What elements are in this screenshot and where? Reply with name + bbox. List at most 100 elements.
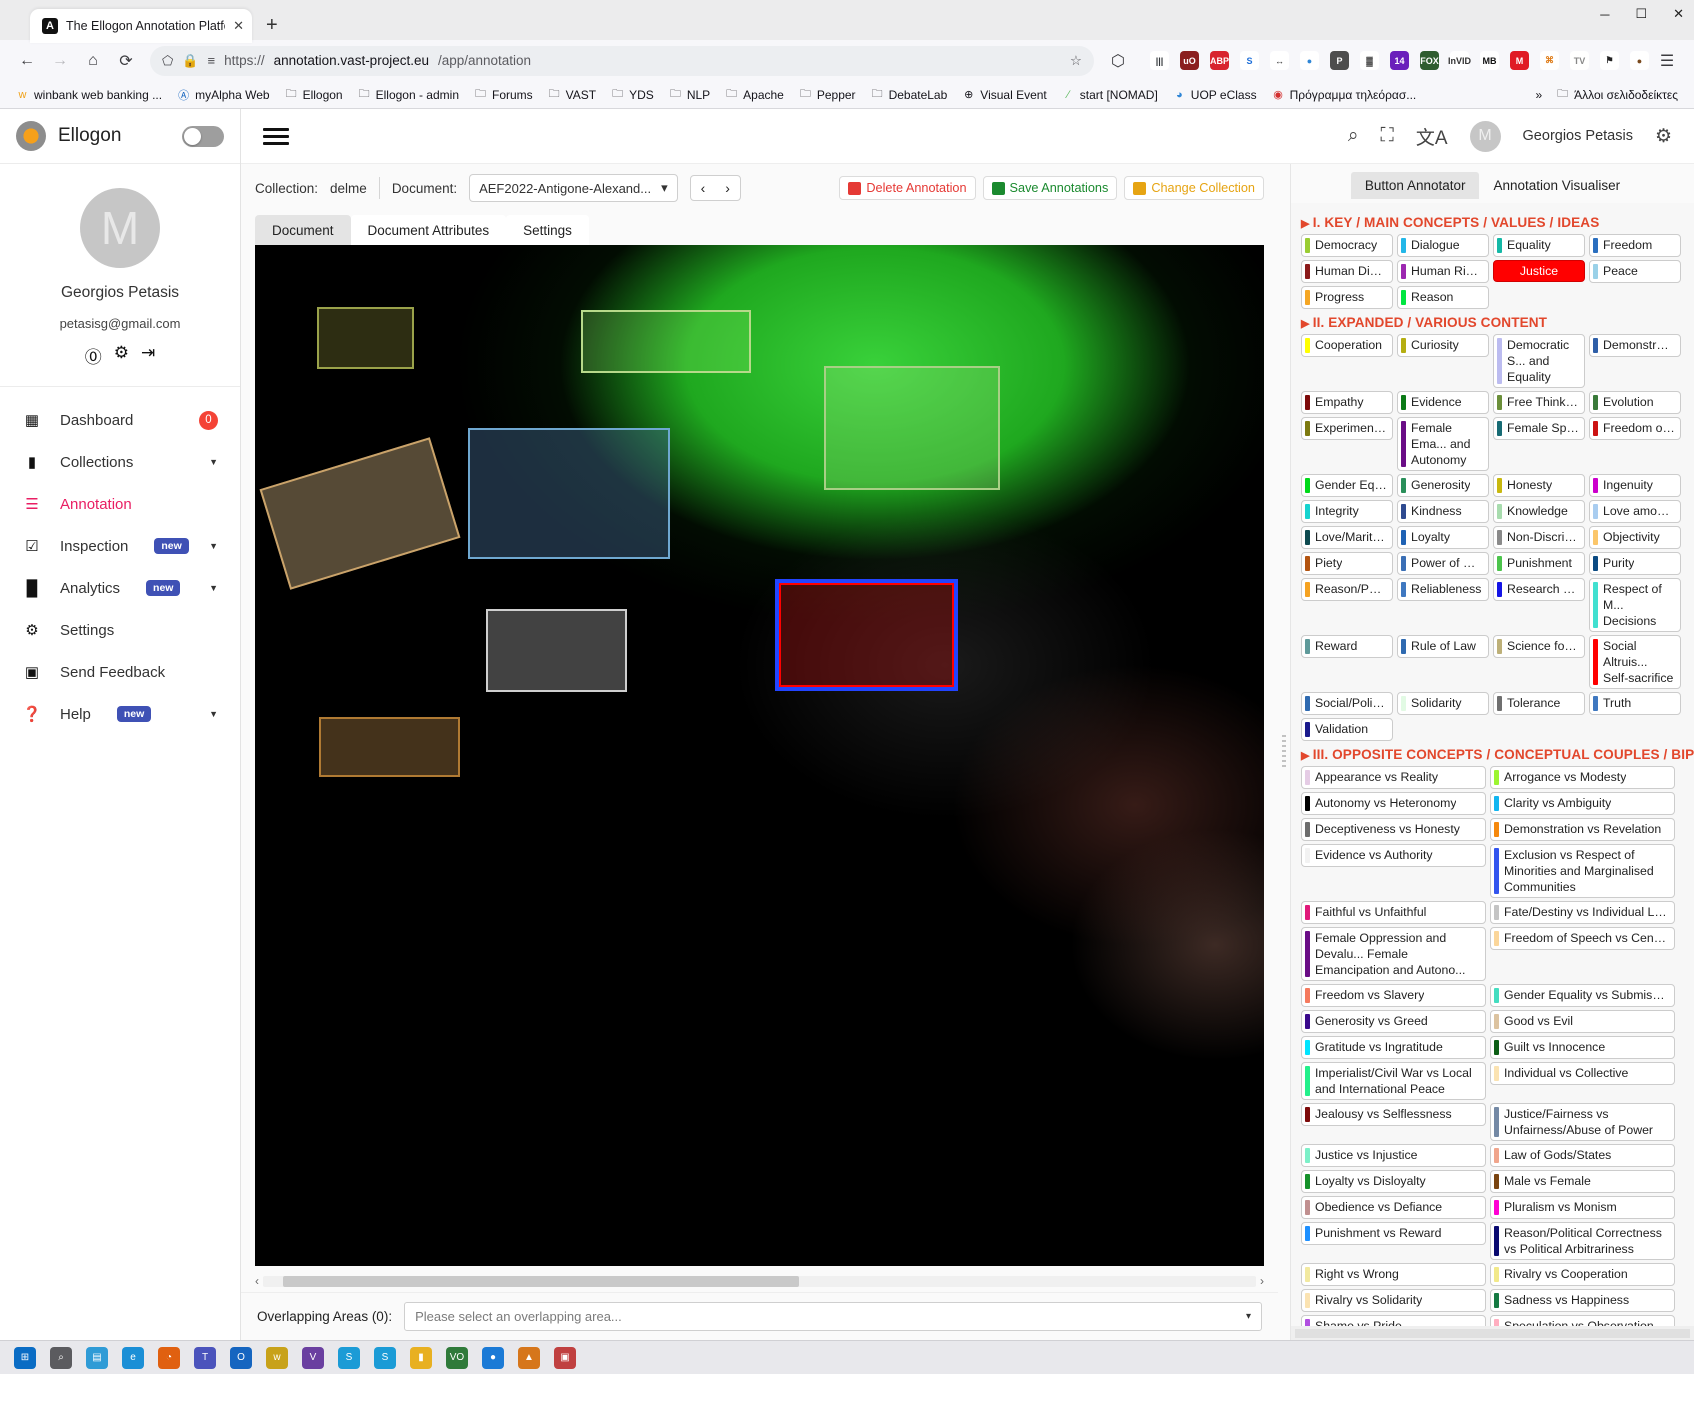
prev-document-button[interactable]: ‹ (691, 176, 716, 200)
concept-button[interactable]: Exclusion vs Respect of Minorities and M… (1490, 844, 1675, 898)
back-icon[interactable]: ← (12, 46, 42, 76)
new-tab-button[interactable]: + (266, 14, 278, 37)
bookmark-item[interactable]: 🗀 VAST (542, 86, 602, 104)
concept-button[interactable]: Non-Discrimi... (1493, 526, 1585, 549)
concept-button[interactable]: Power of Mot... (1397, 552, 1489, 575)
concept-button[interactable]: Justice/Fairness vs Unfairness/Abuse of … (1490, 1103, 1675, 1141)
concept-button[interactable]: Justice vs Injustice (1301, 1144, 1486, 1167)
delete-annotation-button[interactable]: Delete Annotation (839, 176, 976, 200)
hamburger-icon[interactable] (263, 127, 289, 145)
concept-button[interactable]: Good vs Evil (1490, 1010, 1675, 1033)
region-gray-1[interactable] (486, 609, 627, 692)
pocket-icon[interactable]: ⬡ (1103, 46, 1133, 76)
concept-button[interactable]: Objectivity (1589, 526, 1681, 549)
concept-button[interactable]: Speculation vs Observation (1490, 1315, 1675, 1326)
teams-icon[interactable]: T (194, 1346, 216, 1369)
bookmark-item[interactable]: ∕ start [NOMAD] (1056, 86, 1164, 104)
concept-button[interactable]: Social/Politic... (1301, 692, 1393, 715)
fullscreen-icon[interactable]: ⛶ (1381, 125, 1394, 147)
region-green-2[interactable] (824, 366, 1000, 490)
annotation-canvas[interactable] (255, 245, 1264, 1266)
app-icon[interactable]: ▲ (518, 1346, 540, 1369)
bookmark-item[interactable]: 🗀 Ellogon - admin (352, 86, 465, 104)
browser-tab[interactable]: A The Ellogon Annotation Platform ✕ (30, 9, 252, 43)
avatar[interactable]: M (1469, 120, 1501, 152)
scroll-track[interactable] (263, 1275, 1256, 1287)
concept-button[interactable]: Purity (1589, 552, 1681, 575)
account-icon[interactable]: ⓪ (85, 343, 102, 368)
section-header[interactable]: ▶ II. EXPANDED / VARIOUS CONTENT (1301, 315, 1686, 330)
close-icon[interactable]: ✕ (233, 18, 244, 34)
concept-button[interactable]: Reason/Political Correctness vs Politica… (1490, 1222, 1675, 1260)
rss-ext[interactable]: ⌘ (1540, 51, 1559, 70)
region-blue-1[interactable] (468, 428, 670, 559)
concept-button[interactable]: Rivalry vs Solidarity (1301, 1289, 1486, 1312)
concept-button[interactable]: Rivalry vs Cooperation (1490, 1263, 1675, 1286)
bookmark-item[interactable]: w winbank web banking ... (10, 86, 168, 104)
concept-button[interactable]: Reason/Politi... (1301, 578, 1393, 601)
download-ext[interactable]: 14 (1390, 51, 1409, 70)
region-selected-red[interactable] (779, 583, 954, 687)
concept-button[interactable]: Curiosity (1397, 334, 1489, 357)
concept-button[interactable]: Fate/Destiny vs Individual Law (1490, 901, 1675, 924)
concept-button[interactable]: Solidarity (1397, 692, 1489, 715)
concept-button[interactable]: Knowledge (1493, 500, 1585, 523)
bookmark-item[interactable]: ⊕ Visual Event (956, 86, 1053, 104)
sidebar-item-analytics[interactable]: █ Analytics new ▼ (0, 567, 240, 609)
chevron-down-icon[interactable]: ▼ (209, 541, 218, 551)
bookmark-item[interactable]: ◕ UOP eClass (1167, 86, 1263, 104)
concept-button[interactable]: Freedom of Speech vs Censorship (1490, 927, 1675, 950)
vo-icon[interactable]: VO (446, 1346, 468, 1369)
bookmark-item[interactable]: 🗀 Apache (719, 86, 790, 104)
concept-button[interactable]: Human Dignity (1301, 260, 1393, 283)
sidebar-item-collections[interactable]: ▮ Collections ▼ (0, 441, 240, 483)
chevron-down-icon[interactable]: ▼ (209, 709, 218, 719)
concept-button[interactable]: Guilt vs Innocence (1490, 1036, 1675, 1059)
next-document-button[interactable]: › (715, 176, 740, 200)
bookmark-item[interactable]: ◉ Πρόγραμμα τηλεόρασ... (1266, 86, 1423, 104)
files-icon[interactable]: ▤ (86, 1346, 108, 1369)
section-header[interactable]: ▶ I. KEY / MAIN CONCEPTS / VALUES / IDEA… (1301, 215, 1686, 230)
chevron-down-icon[interactable]: ▼ (209, 457, 218, 467)
concept-button[interactable]: Progress (1301, 286, 1393, 309)
concept-button[interactable]: Justice (1493, 260, 1585, 282)
concept-button[interactable]: Loyalty (1397, 526, 1489, 549)
reload-icon[interactable]: ⟳ (111, 46, 141, 76)
concept-button[interactable]: Generosity vs Greed (1301, 1010, 1486, 1033)
concept-button[interactable]: Cooperation (1301, 334, 1393, 357)
tab-document-attributes[interactable]: Document Attributes (350, 215, 507, 245)
concept-button[interactable]: Sadness vs Happiness (1490, 1289, 1675, 1312)
skype2-icon[interactable]: S (374, 1346, 396, 1369)
concept-button[interactable]: Clarity vs Ambiguity (1490, 792, 1675, 815)
adblock-plus-ext[interactable]: ABP (1210, 51, 1229, 70)
address-bar[interactable]: ⬠ 🔒 ≡ https:// annotation.vast-project.eu… (150, 45, 1094, 76)
invid-ext[interactable]: InVID (1448, 51, 1471, 70)
concept-button[interactable]: Pluralism vs Monism (1490, 1196, 1675, 1219)
flag-ext[interactable]: ⚑ (1600, 51, 1619, 70)
ublock-origin-ext[interactable]: uO (1180, 51, 1199, 70)
sidebar-item-settings[interactable]: ⚙ Settings (0, 609, 240, 651)
tab-settings[interactable]: Settings (506, 215, 589, 245)
minimize-icon[interactable]: ─ (1600, 7, 1609, 22)
bars-ext[interactable]: ||| (1150, 51, 1169, 70)
fox-ext[interactable]: FOX (1420, 51, 1439, 70)
horizontal-scrollbar[interactable]: ‹ › (255, 1270, 1264, 1292)
forward-icon[interactable]: → (45, 46, 75, 76)
concept-button[interactable]: Law of Gods/States (1490, 1144, 1675, 1167)
bookmark-item[interactable]: 🗀 DebateLab (865, 86, 954, 104)
bookmark-item[interactable]: 🗀 NLP (663, 86, 716, 104)
change-collection-button[interactable]: Change Collection (1124, 176, 1264, 200)
chevron-down-icon[interactable]: ▼ (209, 583, 218, 593)
concept-button[interactable]: Love/Marital L... (1301, 526, 1393, 549)
concept-button[interactable]: Social Altruis... Self-sacrifice (1589, 635, 1681, 689)
translate-icon[interactable]: 文A (1416, 123, 1448, 150)
concept-button[interactable]: Reliableness (1397, 578, 1489, 601)
close-window-icon[interactable]: ✕ (1673, 6, 1684, 22)
concept-button[interactable]: Obedience vs Defiance (1301, 1196, 1486, 1219)
concept-button[interactable]: Equality (1493, 234, 1585, 257)
concept-button[interactable]: Individual vs Collective (1490, 1062, 1675, 1085)
concept-button[interactable]: Shame vs Pride (1301, 1315, 1486, 1326)
save-annotations-button[interactable]: Save Annotations (982, 176, 1118, 200)
logout-icon[interactable]: ⇥ (141, 343, 155, 368)
concept-button[interactable]: Evolution (1589, 391, 1681, 414)
